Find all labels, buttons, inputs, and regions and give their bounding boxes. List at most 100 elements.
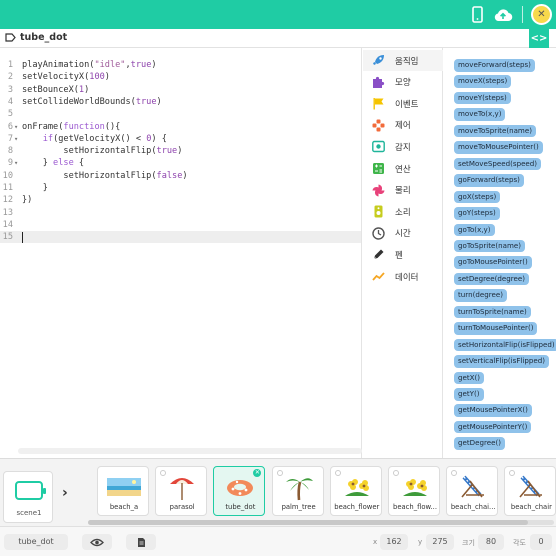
sprite-name: palm_tree (281, 503, 316, 511)
category-label: 소리 (395, 207, 411, 218)
code-block[interactable]: setMoveSpeed(speed) (454, 157, 542, 171)
code-text: } (22, 183, 48, 193)
sprite-card[interactable]: beach_a (97, 466, 149, 516)
sprite-card[interactable]: beach_flow... (388, 466, 440, 516)
code-block[interactable]: goX(steps) (454, 190, 501, 204)
code-line[interactable]: 9 ▾ } else { (0, 157, 361, 169)
bottom-bar: tube_dot x 162 y 275 크기 80 각도 0 (0, 526, 556, 556)
code-block[interactable]: goToSprite(name) (454, 239, 526, 253)
code-block[interactable]: goForward(steps) (454, 174, 524, 187)
code-block[interactable]: goY(steps) (454, 207, 500, 220)
settings-avatar-icon[interactable]: ✕ (531, 4, 552, 25)
code-line[interactable]: 14 (0, 219, 361, 231)
category-item[interactable]: 데이터 (363, 266, 443, 287)
sprite-scrollbar[interactable] (88, 520, 554, 525)
code-block[interactable]: turn(degree) (454, 289, 507, 302)
code-line[interactable]: 3 setBounceX(1) (0, 84, 361, 96)
code-line[interactable]: 15 (0, 231, 361, 244)
category-item[interactable]: 감지 (363, 136, 443, 157)
category-item[interactable]: 이벤트 (363, 93, 443, 114)
line-number: 2 (7, 72, 13, 83)
category-item[interactable]: 제어 (363, 115, 443, 136)
code-line[interactable]: 10 setHorizontalFlip(false) (0, 170, 361, 182)
category-item[interactable]: 소리 (363, 201, 443, 222)
code-block[interactable]: goTo(x,y) (454, 223, 495, 236)
code-block[interactable]: getDegree() (454, 437, 506, 450)
file-name: tube_dot (20, 32, 68, 43)
top-bar: ✕ (0, 0, 556, 29)
beach-chair-icon (505, 472, 555, 502)
file-tab-row: tube_dot <> (0, 29, 556, 48)
category-item[interactable]: 펜 (363, 244, 443, 265)
code-block[interactable]: moveX(steps) (454, 75, 512, 88)
fold-toggle-icon[interactable]: ▾ (14, 133, 18, 145)
flower-icon (331, 472, 381, 502)
mobile-preview-icon[interactable] (470, 4, 484, 25)
line-number: 10 (2, 170, 13, 181)
code-line[interactable]: 5 (0, 108, 361, 120)
document-button[interactable] (126, 534, 156, 550)
code-block[interactable]: goToMousePointer() (454, 256, 532, 269)
code-line[interactable]: 11 } (0, 182, 361, 194)
code-line[interactable]: 2 setVelocityX(100) (0, 71, 361, 83)
chevron-right-icon[interactable]: › (62, 485, 68, 501)
sprite-card[interactable]: beach_chai... (446, 466, 499, 516)
code-block[interactable]: moveTo(x,y) (454, 108, 506, 121)
category-item[interactable]: 시간 (363, 223, 443, 244)
editor-horizontal-scrollbar[interactable] (18, 448, 362, 454)
code-text: setVelocityX(100) (22, 72, 110, 83)
code-block[interactable]: setVerticalFlip(isFlipped) (454, 355, 550, 368)
category-item[interactable]: 움직임 (363, 50, 443, 71)
sprite-scrollbar-thumb[interactable] (88, 520, 528, 525)
code-line[interactable]: 1 playAnimation("idle",true) (0, 59, 361, 71)
code-block[interactable]: turnToSprite(name) (454, 305, 531, 319)
panel-toggle-button[interactable]: <> (529, 29, 549, 48)
code-block[interactable]: moveToSprite(name) (454, 124, 536, 138)
cloud-upload-icon[interactable] (492, 4, 514, 25)
speaker-icon (372, 205, 385, 218)
code-block[interactable]: moveToMousePointer() (454, 141, 543, 154)
sprite-card[interactable]: palm_tree (271, 466, 324, 516)
pinwheel-icon (372, 184, 385, 197)
size-value-field[interactable]: 80 (478, 534, 504, 550)
code-line[interactable]: 8 setHorizontalFlip(true) (0, 145, 361, 157)
size-label: 크기 (462, 539, 475, 547)
sprite-card[interactable]: beach_chair (504, 466, 556, 516)
visibility-button[interactable] (82, 534, 112, 550)
code-block[interactable]: moveForward(steps) (454, 59, 535, 72)
line-number: 7 (7, 133, 13, 144)
code-block[interactable]: setDegree(degree) (454, 272, 530, 286)
category-label: 제어 (395, 121, 411, 132)
fold-toggle-icon[interactable]: ▾ (14, 121, 18, 133)
code-line[interactable]: 4 setCollideWorldBounds(true) (0, 96, 361, 108)
category-label: 연산 (395, 164, 411, 175)
code-editor[interactable]: 1 playAnimation("idle",true) 2 setVelocityX… (0, 48, 362, 458)
category-item[interactable]: 모양 (363, 72, 443, 93)
category-item[interactable]: 물리 (363, 180, 443, 201)
code-block[interactable]: getY() (454, 388, 484, 401)
y-value-field[interactable]: 275 (426, 534, 454, 550)
scene-thumbnail[interactable]: scene1 (3, 471, 53, 523)
puzzle-icon (372, 76, 385, 89)
code-line[interactable]: 12}) (0, 194, 361, 206)
fold-toggle-icon[interactable]: ▾ (14, 157, 18, 169)
tag-icon (5, 33, 16, 42)
code-block[interactable]: turnToMousePointer() (454, 322, 538, 335)
code-block[interactable]: moveY(steps) (454, 91, 511, 105)
x-value-field[interactable]: 162 (380, 534, 408, 550)
code-block[interactable]: getMousePointerX() (454, 404, 532, 417)
text-cursor (22, 232, 23, 244)
code-block[interactable]: setHorizontalFlip(isFlipped) (454, 338, 556, 352)
sprite-card[interactable]: parasol (155, 466, 208, 516)
code-block[interactable]: getX() (454, 371, 485, 385)
code-block[interactable]: getMousePointerY() (454, 420, 532, 434)
line-number: 4 (7, 96, 13, 107)
angle-value-field[interactable]: 0 (530, 534, 552, 550)
code-line[interactable]: 13 (0, 207, 361, 219)
sprite-card[interactable]: ✕ tube_dot (213, 466, 266, 516)
code-line[interactable]: 6 ▾ onFrame(function(){ (0, 121, 361, 133)
code-line[interactable]: 7 ▾ if(getVelocityX() < 0) { (0, 133, 361, 145)
sprite-card[interactable]: beach_flower (329, 466, 382, 516)
object-name-field[interactable]: tube_dot (4, 534, 68, 550)
category-item[interactable]: 연산 (363, 158, 443, 179)
